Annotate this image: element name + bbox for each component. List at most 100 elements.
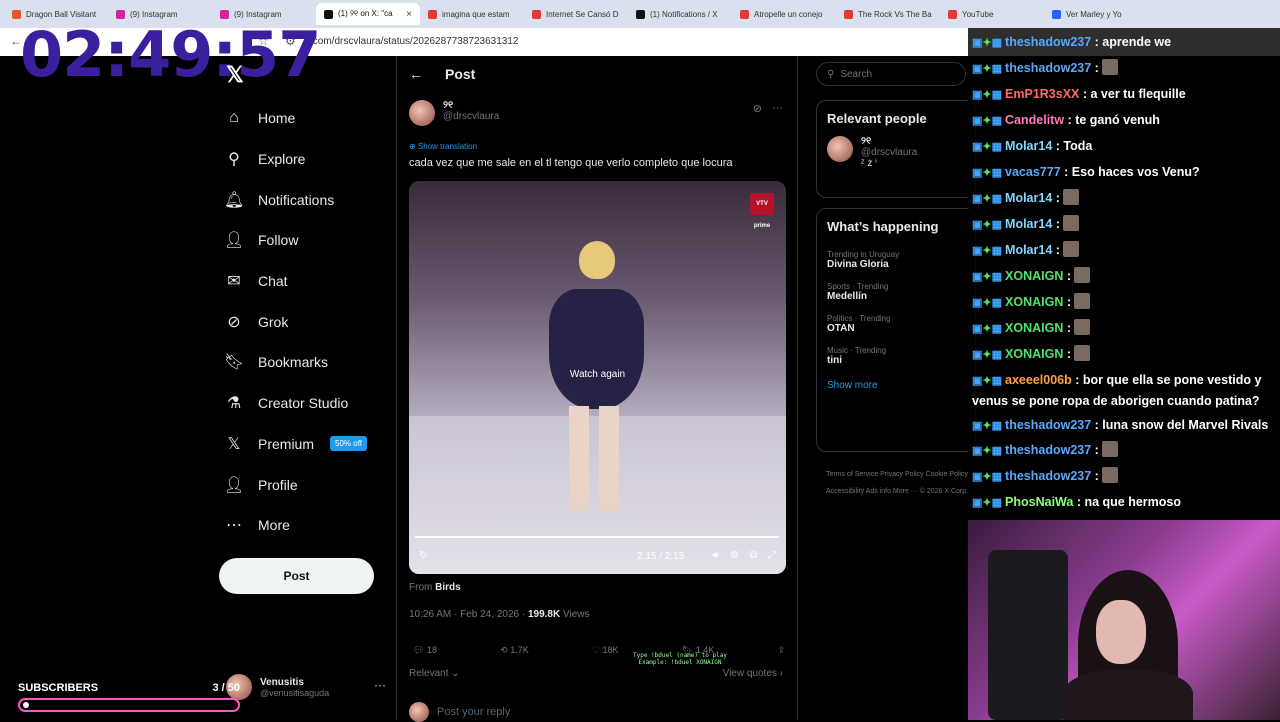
chat-username[interactable]: XONAIGN (1005, 269, 1063, 283)
post-timestamp[interactable]: 10:26 AM · Feb 24, 2026 · (409, 609, 525, 620)
repost-action[interactable]: ⟲ 1.7K (500, 645, 529, 656)
chat-username[interactable]: XONAIGN (1005, 347, 1063, 361)
browser-tab[interactable]: (1) ୨୧ on X: "ca × (316, 3, 420, 25)
pip-icon[interactable]: ⧉ (750, 550, 757, 561)
browser-tab[interactable]: YouTube (940, 3, 1044, 25)
chat-username[interactable]: Molar14 (1005, 139, 1052, 153)
back-arrow-icon[interactable]: ← (409, 66, 423, 82)
sidebar-item-creator-studio[interactable]: ⚗ Creator Studio (224, 383, 394, 424)
tab-title: Atropelle un conejo (754, 9, 823, 19)
repost-count: 1.7K (510, 645, 529, 655)
like-action[interactable]: ♡ 18K (592, 645, 619, 656)
show-more-link[interactable]: Show more (817, 372, 975, 399)
sidebar-item-explore[interactable]: ⚲ Explore (224, 139, 394, 180)
trend-item[interactable]: Trending in Uruguay Divina Gloria (817, 244, 975, 276)
video-controls: ↻ 2:15 / 2:15 🔊︎ ⚙ ⧉ ⤢ (409, 548, 786, 568)
trend-label: Music · Trending (827, 346, 887, 355)
from-source-link[interactable]: Birds (435, 582, 461, 593)
chat-username[interactable]: XONAIGN (1005, 321, 1063, 335)
footer-line[interactable]: Terms of Service Privacy Policy Cookie P… (826, 466, 976, 483)
chat-username[interactable]: theshadow237 (1005, 418, 1091, 432)
fullscreen-icon[interactable]: ⤢ (768, 550, 776, 561)
chat-username[interactable]: Molar14 (1005, 191, 1052, 205)
watch-again-button[interactable]: Watch again (409, 369, 786, 380)
chat-message: ▣✦▦ XONAIGN : (972, 316, 1276, 342)
more-icon[interactable]: ··· (772, 102, 783, 115)
more-icon[interactable]: ··· (374, 678, 386, 692)
relevant-person[interactable]: ୨୧ @drscvlaura ᶻ z ⁱ (817, 136, 975, 169)
browser-tab[interactable]: imagina que estam (420, 3, 524, 25)
sidebar-item-chat[interactable]: ✉ Chat (224, 261, 394, 302)
volume-icon[interactable]: 🔊︎ (713, 550, 719, 561)
chat-username[interactable]: theshadow237 (1005, 61, 1091, 75)
video-progress-bar[interactable] (415, 536, 779, 538)
account-switcher[interactable]: Venusitis @venusitisaguda ··· (226, 670, 386, 704)
add-user-icon: 👤︎ (224, 232, 245, 250)
share-icon[interactable]: ⇪ (777, 645, 785, 656)
sidebar-item-bookmarks[interactable]: 🔖︎ Bookmarks (224, 342, 394, 383)
chat-badges-icon: ▣✦▦ (972, 63, 1003, 75)
reply-composer[interactable]: Post your reply (409, 702, 510, 722)
chat-username[interactable]: XONAIGN (1005, 295, 1063, 309)
chat-username[interactable]: Molar14 (1005, 243, 1052, 257)
sidebar-item-profile[interactable]: 👤︎ Profile (224, 464, 394, 505)
grok-icon[interactable]: ⊘ (753, 102, 762, 115)
sidebar-item-notifications[interactable]: 🔔︎ Notifications (224, 179, 394, 220)
footer-line[interactable]: Accessibility Ads info More ··· © 2026 X… (826, 483, 976, 500)
sidebar-item-home[interactable]: ⌂ Home (224, 98, 394, 139)
browser-tab[interactable]: Atropelle un conejo (732, 3, 836, 25)
replay-icon[interactable]: ↻ (419, 550, 427, 561)
trend-item[interactable]: Politics · Trending OTAN (817, 308, 975, 340)
chat-emote-icon (1101, 441, 1118, 457)
tab-favicon-icon (844, 9, 853, 19)
settings-icon[interactable]: ⚙ (730, 550, 739, 561)
chat-username[interactable]: Molar14 (1005, 217, 1052, 231)
bell-icon: 🔔︎ (224, 191, 245, 209)
reply-action[interactable]: 💬︎ 18 (413, 645, 437, 656)
url-field[interactable]: x.com/drscvlaura/status/2026287738723631… (305, 36, 518, 47)
browser-tab[interactable]: The Rock Vs The Ba (836, 3, 940, 25)
search-input[interactable]: ⚲ Search (816, 62, 966, 86)
trend-item[interactable]: Sports · Trending Medellín (817, 276, 975, 308)
chat-badges-icon: ▣✦▦ (972, 497, 1003, 509)
chat-username[interactable]: theshadow237 (1005, 469, 1091, 483)
author-name[interactable]: ୨୧ (443, 100, 499, 111)
sidebar-item-follow[interactable]: 👤︎ Follow (224, 220, 394, 261)
author-handle[interactable]: @drscvlaura (443, 111, 499, 122)
sidebar-item-grok[interactable]: ⊘ Grok (224, 301, 394, 342)
chat-username[interactable]: Candelitw (1005, 113, 1064, 127)
show-translation-link[interactable]: ⊕ Show translation (409, 142, 477, 151)
post-button[interactable]: Post (219, 558, 374, 594)
reply-sort-dropdown[interactable]: Relevant ⌄ (409, 668, 460, 679)
tab-title: The Rock Vs The Ba (858, 9, 932, 19)
from-label: From (409, 582, 433, 593)
chat-username[interactable]: theshadow237 (1005, 35, 1091, 49)
sidebar-item-more[interactable]: ⋯ More (224, 505, 394, 546)
post-author[interactable]: ୨୧ @drscvlaura (409, 100, 499, 126)
video-skater-legs (569, 406, 619, 511)
chat-message: ▣✦▦ axeeel006b : bor que ella se pone ves… (972, 368, 1276, 413)
sidebar-item-premium[interactable]: 𝕏 Premium 50% off (224, 424, 394, 465)
chat-username[interactable]: vacas777 (1005, 165, 1061, 179)
browser-tab[interactable]: Internet Se Cansó D (524, 3, 628, 25)
chat-username[interactable]: EmP1R3sXX (1005, 87, 1079, 101)
browser-tab[interactable]: Ver Marley y Yo (1044, 3, 1148, 25)
chat-text: : (1066, 347, 1072, 361)
x-logo-icon[interactable]: 𝕏 (226, 62, 244, 88)
video-player[interactable]: VTV prime Watch again ↻ 2:15 / 2:15 🔊︎ ⚙… (409, 181, 786, 574)
view-quotes-link[interactable]: View quotes › (723, 668, 783, 679)
reply-input[interactable]: Post your reply (437, 706, 510, 718)
chat-username[interactable]: PhosNaiWa (1005, 495, 1073, 509)
chat-username[interactable]: axeeel006b (1005, 373, 1072, 387)
home-icon: ⌂ (229, 109, 239, 127)
avatar[interactable] (827, 136, 853, 162)
person-name[interactable]: ୨୧ (861, 136, 917, 147)
chat-emote-icon (1101, 59, 1118, 75)
sidebar-item-label: Bookmarks (258, 354, 329, 371)
avatar[interactable] (409, 100, 435, 126)
close-tab-icon[interactable]: × (406, 9, 412, 20)
search-icon: ⚲ (827, 68, 835, 80)
trend-item[interactable]: Music · Trending tini (817, 340, 975, 372)
chat-username[interactable]: theshadow237 (1005, 443, 1091, 457)
browser-tab[interactable]: (1) Notifications / X (628, 3, 732, 25)
